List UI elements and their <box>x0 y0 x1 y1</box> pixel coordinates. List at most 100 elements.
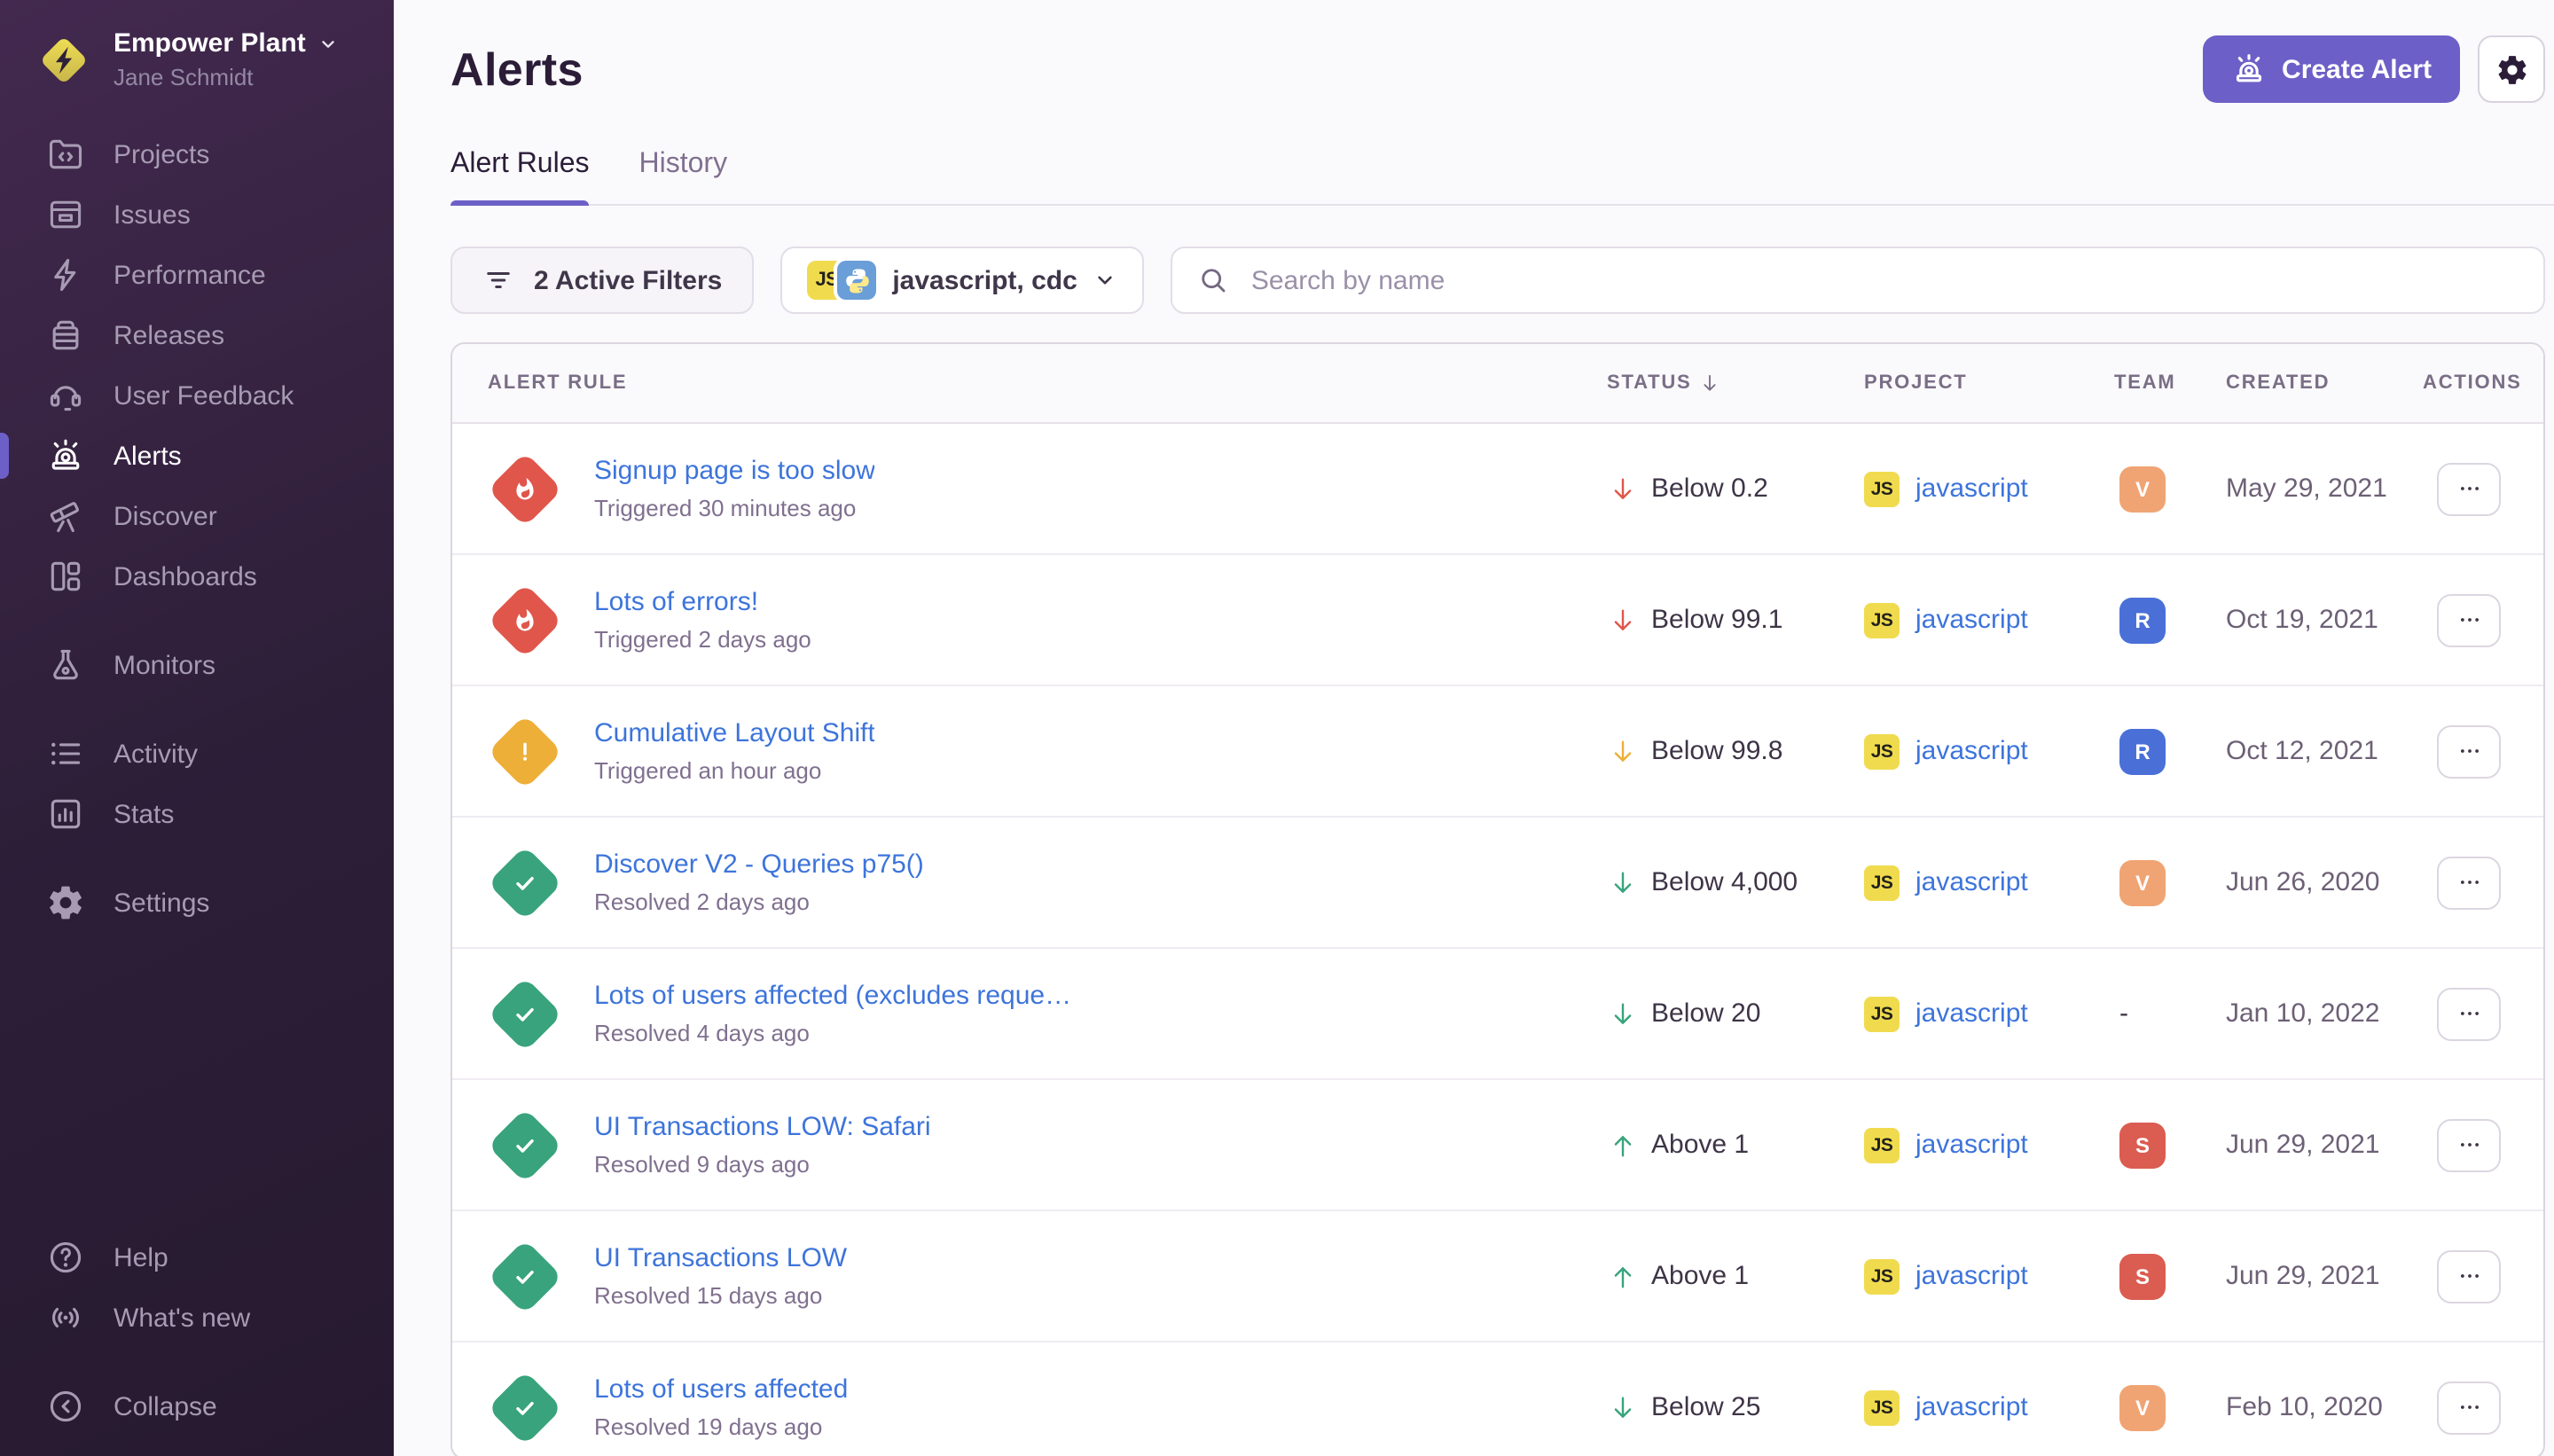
org-switcher[interactable]: Empower Plant Jane Schmidt <box>0 0 394 90</box>
releases-icon <box>46 316 85 355</box>
project-link[interactable]: javascript <box>1916 1261 2028 1291</box>
row-actions-button[interactable] <box>2437 1381 2501 1434</box>
user-name: Jane Schmidt <box>114 64 340 90</box>
sidebar-item-alerts[interactable]: Alerts <box>0 426 394 486</box>
org-logo-icon <box>35 32 92 89</box>
actions-cell <box>2423 462 2545 515</box>
project-selector-label: javascript, cdc <box>892 265 1077 295</box>
table-row: Lots of errors! Triggered 2 days ago Bel… <box>452 555 2543 686</box>
python-badge-icon <box>837 261 876 300</box>
sidebar-item-dashboards[interactable]: Dashboards <box>0 546 394 607</box>
resolved-diamond-icon <box>484 842 566 923</box>
collapse-icon <box>46 1387 85 1426</box>
resolved-diamond-icon <box>484 1235 566 1317</box>
sidebar-item-label: Dashboards <box>114 561 257 591</box>
sidebar-item-performance[interactable]: Performance <box>0 245 394 305</box>
list-icon <box>46 734 85 773</box>
sidebar-item-discover[interactable]: Discover <box>0 486 394 546</box>
alert-rule-link[interactable]: UI Transactions LOW: Safari <box>594 1112 931 1142</box>
tab-history[interactable]: History <box>639 149 728 204</box>
sidebar-item-issues[interactable]: Issues <box>0 184 394 245</box>
stats-icon <box>46 795 85 834</box>
sidebar-item-whats-new[interactable]: What's new <box>0 1288 394 1348</box>
alert-rule-link[interactable]: Lots of users affected <box>594 1374 848 1405</box>
project-cell: JS javascript <box>1864 865 2114 900</box>
project-link[interactable]: javascript <box>1916 998 2028 1029</box>
sidebar-item-user-feedback[interactable]: User Feedback <box>0 365 394 426</box>
sidebar-item-projects[interactable]: Projects <box>0 124 394 184</box>
critical-diamond-icon <box>484 448 566 529</box>
search-input[interactable] <box>1248 263 2519 297</box>
status-text: Below 99.8 <box>1651 736 1782 766</box>
sidebar-item-label: Monitors <box>114 650 215 680</box>
row-actions-button[interactable] <box>2437 724 2501 778</box>
row-actions-button[interactable] <box>2437 1118 2501 1171</box>
alert-rule-detail: Resolved 9 days ago <box>594 1151 931 1178</box>
status-up-arrow-icon <box>1607 1260 1639 1292</box>
table-row: UI Transactions LOW: Safari Resolved 9 d… <box>452 1080 2543 1211</box>
search-box <box>1171 247 2545 314</box>
team-cell: V <box>2114 1384 2226 1430</box>
alert-rule-link[interactable]: Cumulative Layout Shift <box>594 718 875 748</box>
row-actions-button[interactable] <box>2437 1249 2501 1303</box>
project-link[interactable]: javascript <box>1916 1130 2028 1160</box>
sidebar-item-label: Settings <box>114 888 209 918</box>
filter-icon <box>482 264 514 296</box>
alert-rule-link[interactable]: Lots of errors! <box>594 587 811 617</box>
sidebar-item-activity[interactable]: Activity <box>0 724 394 784</box>
created-date: Jun 29, 2021 <box>2226 1261 2423 1291</box>
row-actions-button[interactable] <box>2437 462 2501 515</box>
project-link[interactable]: javascript <box>1916 867 2028 897</box>
resolved-diamond-icon <box>484 1366 566 1448</box>
javascript-badge-icon: JS <box>1864 996 1900 1031</box>
alert-rule-link[interactable]: Lots of users affected (excludes reque… <box>594 981 1071 1011</box>
table-row: Lots of users affected (excludes reque… … <box>452 949 2543 1080</box>
app-root: Empower Plant Jane Schmidt ProjectsIssue… <box>0 0 2554 1456</box>
sidebar-spacer <box>0 933 394 1227</box>
team-avatar: R <box>2119 728 2166 774</box>
row-actions-button[interactable] <box>2437 593 2501 646</box>
sidebar-item-help[interactable]: Help <box>0 1227 394 1288</box>
team-cell: V <box>2114 859 2226 905</box>
sidebar-nav: ProjectsIssuesPerformanceReleasesUser Fe… <box>0 124 394 933</box>
chevron-down-icon <box>318 33 340 54</box>
project-link[interactable]: javascript <box>1916 1392 2028 1422</box>
alert-rule-link[interactable]: Discover V2 - Queries p75() <box>594 849 924 880</box>
created-date: May 29, 2021 <box>2226 474 2423 504</box>
status-text: Below 99.1 <box>1651 605 1782 635</box>
project-selector[interactable]: JS javascript, cdc <box>780 247 1144 314</box>
team-cell: V <box>2114 466 2226 512</box>
alert-rule-link[interactable]: UI Transactions LOW <box>594 1243 847 1273</box>
status-cell: Below 20 <box>1607 998 1864 1029</box>
status-cell: Below 0.2 <box>1607 473 1864 505</box>
settings-button[interactable] <box>2478 35 2545 103</box>
status-down-arrow-icon <box>1607 735 1639 767</box>
status-down-arrow-icon <box>1607 473 1639 505</box>
sidebar-item-settings[interactable]: Settings <box>0 873 394 933</box>
active-filters-button[interactable]: 2 Active Filters <box>450 247 754 314</box>
sidebar-item-collapse[interactable]: Collapse <box>0 1376 394 1436</box>
javascript-badge-icon: JS <box>1864 1389 1900 1425</box>
tab-alert-rules[interactable]: Alert Rules <box>450 149 590 204</box>
actions-cell <box>2423 724 2545 778</box>
sidebar-item-releases[interactable]: Releases <box>0 305 394 365</box>
project-link[interactable]: javascript <box>1916 736 2028 766</box>
org-text: Empower Plant Jane Schmidt <box>114 28 340 90</box>
row-actions-button[interactable] <box>2437 987 2501 1040</box>
header-actions: Create Alert <box>2202 35 2545 103</box>
row-actions-button[interactable] <box>2437 856 2501 909</box>
tab-bar: Alert Rules History <box>450 149 2554 206</box>
column-header-status[interactable]: Status <box>1607 371 1864 395</box>
page-header: Alerts Create Alert <box>450 35 2545 103</box>
status-down-arrow-icon <box>1607 1391 1639 1423</box>
sidebar-item-stats[interactable]: Stats <box>0 784 394 844</box>
project-link[interactable]: javascript <box>1916 605 2028 635</box>
project-link[interactable]: javascript <box>1916 474 2028 504</box>
project-cell: JS javascript <box>1864 1127 2114 1162</box>
create-alert-button[interactable]: Create Alert <box>2202 35 2460 103</box>
column-header-team: Team <box>2114 372 2226 394</box>
chevron-down-icon <box>1093 268 1118 293</box>
actions-cell <box>2423 593 2545 646</box>
alert-rule-link[interactable]: Signup page is too slow <box>594 456 875 486</box>
sidebar-item-monitors[interactable]: Monitors <box>0 635 394 695</box>
